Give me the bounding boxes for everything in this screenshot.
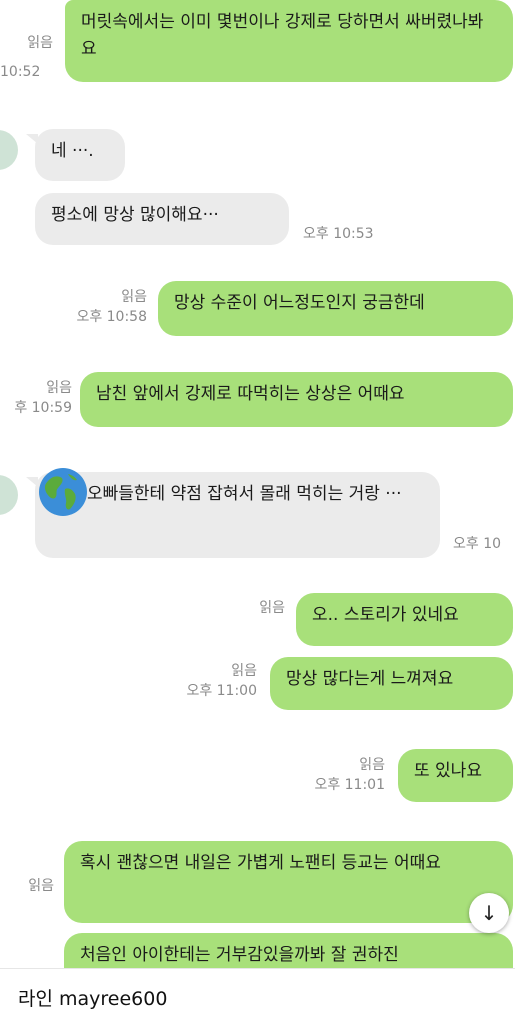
read-receipt: 읽음	[259, 600, 285, 616]
message-time: 오후 10	[453, 536, 502, 552]
message-bubble[interactable]: 또 있나요	[398, 749, 513, 802]
message-bubble[interactable]: 혹시 괜찮으면 내일은 가볍게 노팬티 등교는 어때요	[64, 841, 513, 923]
message-text: 혹시 괜찮으면 내일은 가볍게 노팬티 등교는 어때요	[80, 853, 441, 873]
read-receipt: 읽음	[121, 289, 147, 305]
message-bubble[interactable]: 망상 많다는게 느껴져요	[270, 657, 513, 710]
avatar[interactable]	[0, 475, 18, 515]
read-receipt: 읽음	[27, 35, 53, 51]
message-bubble[interactable]: 남친 앞에서 강제로 따먹히는 상상은 어때요	[80, 372, 513, 427]
bubble-tail	[26, 477, 38, 487]
read-receipt: 읽음	[231, 663, 257, 679]
chat-area[interactable]: 읽음 10:52 머릿속에서는 이미 몇번이나 강제로 당하면서 싸버렸나봐요 …	[0, 0, 515, 968]
message-text: 또 있나요	[414, 761, 482, 781]
message-meta: 읽음 후 10:59	[14, 378, 72, 418]
message-meta: 읽음 오후 10:58	[76, 287, 147, 327]
message-text: 오빠들한테 약점 잡혀서 몰래 먹히는 거랑 ···	[87, 484, 402, 504]
read-receipt: 읽음	[28, 878, 54, 894]
message-text: 망상 수준이 어느정도인지 궁금한데	[174, 293, 425, 313]
message-bubble[interactable]: 오빠들한테 약점 잡혀서 몰래 먹히는 거랑 ···	[35, 472, 440, 558]
message-text: 네 ···.	[51, 141, 94, 161]
message-meta: 읽음 오후 11:00	[186, 661, 257, 701]
read-receipt: 읽음	[359, 757, 385, 773]
message-bubble[interactable]: 네 ···.	[35, 129, 125, 181]
message-meta: 읽음	[28, 876, 54, 896]
bubble-tail	[26, 134, 38, 144]
message-time: 오후 11:01	[314, 777, 385, 793]
message-time: 오후 11:00	[186, 683, 257, 699]
message-text: 처음인 아이한테는 거부감있을까봐 잘 권하진	[80, 945, 399, 965]
message-time: 후 10:59	[14, 400, 72, 416]
message-text: 머릿속에서는 이미 몇번이나 강제로 당하면서 싸버렸나봐요	[81, 12, 484, 59]
message-text: 평소에 망상 많이해요···	[51, 205, 219, 225]
message-bubble[interactable]: 평소에 망상 많이해요···	[35, 193, 289, 245]
message-time: 오후 10:53	[303, 226, 374, 242]
arrow-down-icon: ↓	[480, 901, 498, 925]
globe-icon	[39, 468, 87, 516]
footer-bar: 라인 mayree600	[0, 968, 515, 1023]
message-time: 오후 10:58	[76, 309, 147, 325]
footer-text: 라인 mayree600	[18, 988, 168, 1010]
message-meta: 읽음 오후 11:01	[314, 755, 385, 795]
message-meta: 읽음	[27, 33, 53, 53]
message-bubble[interactable]: 오.. 스토리가 있네요	[296, 593, 513, 646]
scroll-to-bottom-button[interactable]: ↓	[469, 893, 509, 933]
avatar[interactable]	[0, 130, 18, 170]
read-receipt: 읽음	[46, 380, 72, 396]
message-text: 오.. 스토리가 있네요	[312, 605, 459, 625]
message-bubble[interactable]: 처음인 아이한테는 거부감있을까봐 잘 권하진	[64, 933, 513, 968]
message-time: 10:52	[0, 64, 41, 80]
message-meta: 읽음	[259, 598, 285, 618]
message-bubble[interactable]: 머릿속에서는 이미 몇번이나 강제로 당하면서 싸버렸나봐요	[65, 0, 513, 82]
message-text: 남친 앞에서 강제로 따먹히는 상상은 어때요	[96, 384, 405, 404]
message-text: 망상 많다는게 느껴져요	[286, 669, 454, 689]
message-bubble[interactable]: 망상 수준이 어느정도인지 궁금한데	[158, 281, 513, 336]
